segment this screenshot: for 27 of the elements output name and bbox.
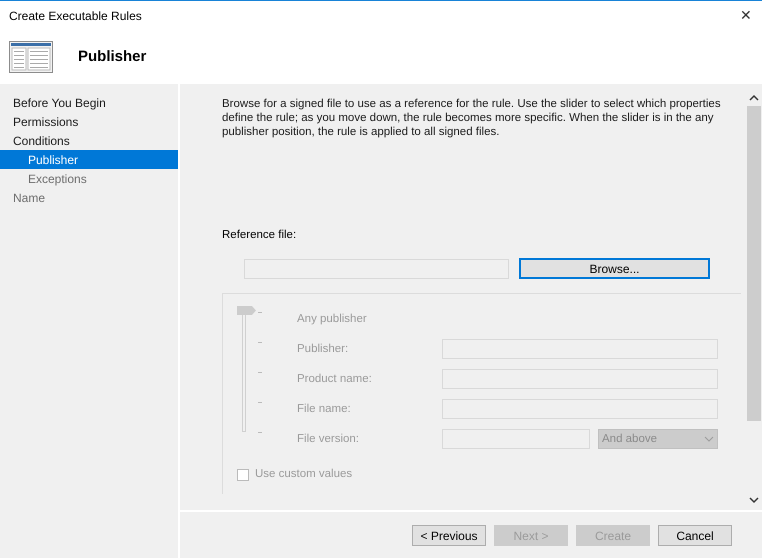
description-text: Browse for a signed file to use as a reference for the rule. Use the slider to select which properties define the rule; as you move down, the rule becomes more specific. When the slider is in the any publisher position, the rule is applied to all signed files. (222, 97, 722, 139)
nav-item[interactable]: Conditions (0, 131, 178, 150)
level-label: File name: (297, 402, 352, 417)
scroll-up-icon[interactable] (748, 94, 758, 102)
chevron-down-icon (704, 436, 714, 442)
tick-mark (258, 402, 262, 404)
wizard-button[interactable]: Cancel (658, 525, 732, 546)
browse-button[interactable]: Browse... (519, 258, 710, 280)
scroll-thumb[interactable] (746, 106, 760, 421)
level-label: Product name: (297, 372, 373, 387)
level-label: Publisher: (297, 342, 350, 357)
tick-mark (258, 432, 262, 434)
level-label: Any publisher (297, 312, 368, 327)
reference-label: Reference file: (222, 228, 296, 243)
nav-item[interactable]: Permissions (0, 112, 178, 131)
scroll-down-icon[interactable] (748, 496, 758, 504)
close-button[interactable]: ✕ (740, 5, 752, 26)
tick-mark (258, 372, 262, 374)
window-icon (9, 41, 53, 73)
nav-item[interactable]: Before You Begin (0, 93, 178, 112)
window-title: Create Executable Rules (9, 8, 142, 24)
level-label: File version: (297, 432, 360, 447)
tick-mark (258, 342, 262, 344)
tick-mark (258, 312, 262, 314)
wizard-button[interactable]: < Previous (412, 525, 486, 546)
page-title: Publisher (78, 46, 146, 67)
nav-item[interactable]: Publisher (0, 150, 178, 169)
